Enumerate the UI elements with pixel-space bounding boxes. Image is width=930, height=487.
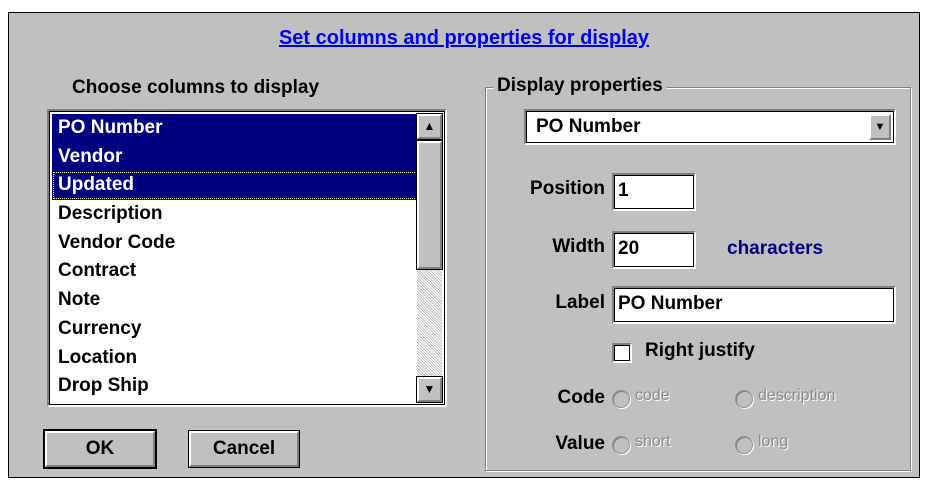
list-item[interactable]: Note <box>52 286 420 315</box>
list-item[interactable]: Drop Ship <box>52 372 420 401</box>
list-item[interactable]: Contract <box>52 257 420 286</box>
columns-listbox[interactable]: PO Number Vendor Updated Description Ven… <box>47 109 447 407</box>
list-item[interactable]: Currency <box>52 315 420 344</box>
short-radio-label: short <box>635 433 671 450</box>
description-radio <box>735 390 753 408</box>
listbox-scrollbar[interactable]: ▲ ▼ <box>416 113 443 403</box>
scroll-down-arrow-icon: ▼ <box>423 382 436 396</box>
right-justify-label[interactable]: Right justify <box>645 340 755 362</box>
list-item[interactable]: Location <box>52 344 420 373</box>
code-radio-label: code <box>635 387 670 404</box>
scroll-up-button[interactable]: ▲ <box>416 113 443 140</box>
columns-list-caption: Choose columns to display <box>72 77 320 98</box>
code-radio <box>612 390 630 408</box>
ok-button[interactable]: OK <box>43 429 157 469</box>
value-label: Value <box>555 433 605 454</box>
long-radio <box>735 436 753 454</box>
position-input[interactable]: 1 <box>612 173 696 211</box>
column-select-value: PO Number <box>536 116 641 137</box>
long-radio-label: long <box>758 433 789 450</box>
scroll-thumb[interactable] <box>416 140 443 270</box>
scroll-down-button[interactable]: ▼ <box>416 376 443 403</box>
width-unit-label: characters <box>727 238 824 259</box>
column-properties-dialog: Set columns and properties for display C… <box>8 12 920 478</box>
right-justify-checkbox[interactable] <box>612 343 632 363</box>
column-select-dropdown[interactable]: PO Number ▼ <box>524 109 896 145</box>
description-radio-label: description <box>758 387 836 404</box>
chevron-down-icon: ▼ <box>874 121 886 133</box>
width-input[interactable]: 20 <box>612 231 696 269</box>
scroll-up-arrow-icon: ▲ <box>423 119 436 133</box>
list-item[interactable]: Vendor <box>52 142 420 172</box>
short-radio <box>612 436 630 454</box>
list-item[interactable]: Vendor Code <box>52 229 420 258</box>
label-input[interactable]: PO Number <box>612 286 896 324</box>
list-item[interactable]: Updated <box>52 171 420 201</box>
list-item[interactable]: Description <box>52 200 420 229</box>
label-label: Label <box>555 292 605 313</box>
code-label: Code <box>557 387 606 408</box>
cancel-button[interactable]: Cancel <box>188 430 300 468</box>
width-label: Width <box>552 236 605 257</box>
position-label: Position <box>530 178 605 199</box>
display-properties-legend: Display properties <box>493 75 667 97</box>
list-item[interactable]: PO Number <box>52 114 420 143</box>
dialog-title-link[interactable]: Set columns and properties for display <box>9 27 919 50</box>
dropdown-button[interactable]: ▼ <box>869 114 891 140</box>
